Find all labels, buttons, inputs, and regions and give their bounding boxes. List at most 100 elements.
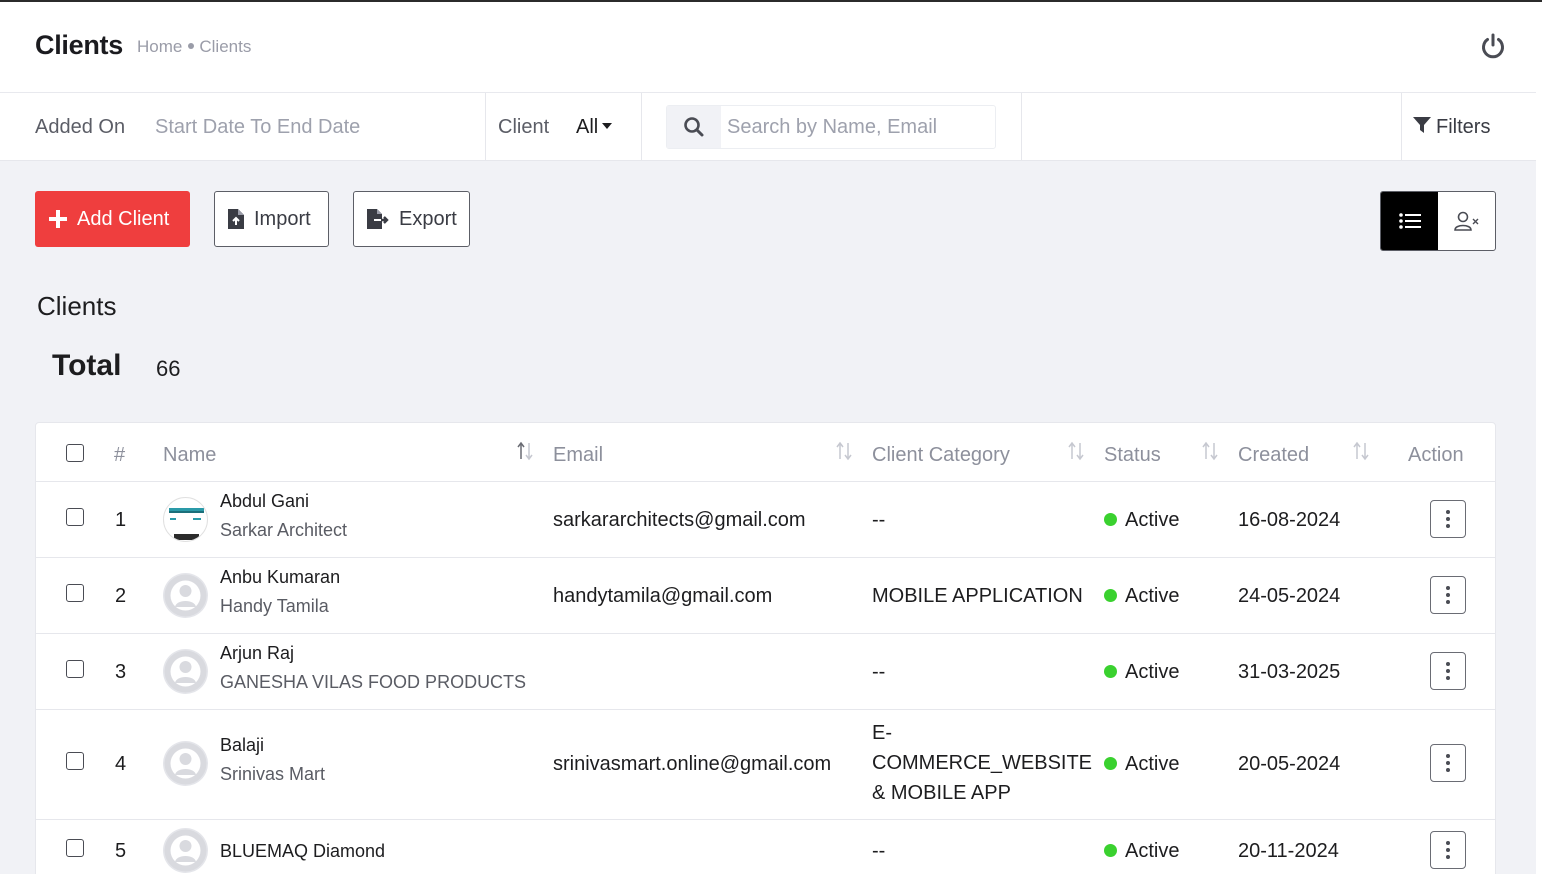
client-name[interactable]: Balaji	[220, 735, 264, 756]
status-dot-icon	[1104, 756, 1117, 770]
sort-icon[interactable]	[1201, 441, 1219, 461]
add-client-label: Add Client	[77, 207, 170, 230]
client-company: Handy Tamila	[220, 596, 329, 616]
header-category[interactable]: Client Category	[872, 444, 1010, 467]
sort-icon[interactable]	[835, 441, 853, 461]
status-dot-icon	[1104, 843, 1117, 857]
date-range-picker[interactable]: Start Date To End Date	[155, 116, 360, 139]
kebab-icon	[1446, 754, 1450, 772]
import-button[interactable]: Import	[214, 191, 329, 247]
client-name[interactable]: Anbu Kumaran	[220, 567, 340, 588]
client-category: --	[872, 661, 886, 683]
user-remove-icon	[1453, 211, 1478, 231]
created-date: 24-05-2024	[1238, 585, 1341, 607]
row-checkbox[interactable]	[66, 752, 84, 770]
kebab-icon	[1446, 510, 1450, 528]
row-number: 1	[115, 509, 127, 531]
status-badge: Active	[1104, 509, 1179, 532]
client-label: Client	[498, 116, 550, 138]
client-category: --	[872, 840, 886, 862]
list-icon	[1398, 213, 1421, 229]
client-category-line: COMMERCE_WEBSITE	[872, 752, 1093, 774]
row-number: 3	[115, 661, 127, 683]
filter-icon	[1413, 117, 1431, 133]
status-dot-icon	[1104, 512, 1117, 526]
filter-bar: Added On Start Date To End Date Client A…	[0, 93, 1536, 161]
breadcrumb-home[interactable]: Home	[137, 37, 182, 56]
power-icon[interactable]	[1479, 32, 1507, 60]
total-count: 66	[156, 356, 181, 381]
row-action-button[interactable]	[1430, 744, 1466, 782]
breadcrumb-current: Clients	[199, 37, 252, 56]
row-checkbox[interactable]	[66, 660, 84, 678]
inactive-clients-button[interactable]	[1438, 192, 1495, 250]
client-select[interactable]: All	[576, 116, 613, 139]
added-on-label: Added On	[35, 116, 126, 138]
row-action-button[interactable]	[1430, 831, 1466, 869]
filters-label: Filters	[1436, 116, 1491, 138]
top-header: Clients Home Clients	[0, 2, 1536, 93]
sort-icon[interactable]	[1067, 441, 1085, 461]
created-date: 16-08-2024	[1238, 509, 1341, 531]
header-created[interactable]: Created	[1238, 444, 1309, 467]
company-logo-icon	[163, 497, 208, 542]
client-category: MOBILE APPLICATION	[872, 585, 1083, 607]
status-badge: Active	[1104, 753, 1179, 776]
status-text: Active	[1125, 661, 1180, 683]
table-row[interactable]: 3 Arjun Raj GANESHA VILAS FOOD PRODUCTS …	[36, 633, 1495, 709]
status-badge: Active	[1104, 661, 1179, 684]
row-number: 4	[115, 753, 127, 775]
status-text: Active	[1125, 585, 1180, 607]
file-import-icon	[228, 209, 244, 229]
client-email: sarkararchitects@gmail.com	[553, 509, 806, 531]
section-title: Clients	[37, 291, 117, 321]
client-name[interactable]: BLUEMAQ Diamond	[220, 841, 385, 862]
breadcrumb: Home Clients	[137, 37, 251, 57]
client-name[interactable]: Abdul Gani	[220, 491, 309, 512]
total-label: Total	[52, 349, 122, 382]
sort-icon[interactable]	[516, 441, 534, 461]
client-category-line: & MOBILE APP	[872, 782, 1011, 804]
user-avatar-icon	[163, 828, 208, 873]
row-checkbox[interactable]	[66, 584, 84, 602]
clients-table: # Name Email Client Category Status Crea…	[35, 422, 1496, 874]
row-checkbox[interactable]	[66, 839, 84, 857]
filters-divider	[1401, 93, 1402, 161]
search-input[interactable]	[727, 115, 987, 139]
filters-button[interactable]: Filters	[1412, 115, 1490, 139]
table-row[interactable]: 2 Anbu Kumaran Handy Tamila handytamila@…	[36, 557, 1495, 633]
created-date: 20-11-2024	[1238, 840, 1339, 862]
add-client-button[interactable]: Add Client	[35, 191, 190, 247]
kebab-icon	[1446, 662, 1450, 680]
scrollbar-track[interactable]	[1536, 2, 1542, 874]
table-row[interactable]: 5 BLUEMAQ Diamond -- Active 20-11-2024	[36, 819, 1495, 874]
row-action-button[interactable]	[1430, 652, 1466, 690]
select-all-checkbox[interactable]	[66, 444, 84, 462]
header-name[interactable]: Name	[163, 444, 216, 467]
status-badge: Active	[1104, 585, 1179, 608]
file-export-icon	[367, 209, 389, 229]
page-title: Clients	[35, 30, 123, 60]
table-row[interactable]: 4 Balaji Srinivas Mart srinivasmart.onli…	[36, 709, 1495, 819]
caret-down-icon	[602, 122, 613, 129]
client-filter: Client All	[486, 93, 642, 161]
row-action-button[interactable]	[1430, 576, 1466, 614]
client-name[interactable]: Arjun Raj	[220, 643, 294, 664]
user-avatar-icon	[163, 741, 208, 786]
client-email: handytamila@gmail.com	[553, 585, 773, 607]
list-view-button[interactable]	[1381, 192, 1438, 250]
status-dot-icon	[1104, 664, 1117, 678]
header-email[interactable]: Email	[553, 444, 603, 467]
table-row[interactable]: 1 Abdul Gani Sarkar Architect sarkararch…	[36, 481, 1495, 557]
row-action-button[interactable]	[1430, 500, 1466, 538]
status-badge: Active	[1104, 840, 1179, 863]
status-text: Active	[1125, 840, 1180, 862]
client-category-line: E-	[872, 722, 892, 744]
export-button[interactable]: Export	[353, 191, 470, 247]
export-label: Export	[399, 207, 457, 230]
created-date: 20-05-2024	[1238, 753, 1341, 775]
status-text: Active	[1125, 509, 1180, 531]
sort-icon[interactable]	[1352, 441, 1370, 461]
header-status[interactable]: Status	[1104, 444, 1161, 467]
row-checkbox[interactable]	[66, 508, 84, 526]
